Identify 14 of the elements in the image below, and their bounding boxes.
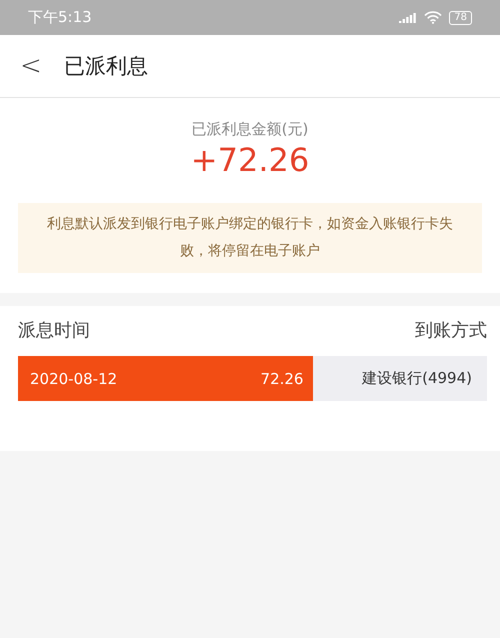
record-date: 2020-08-12 bbox=[29, 370, 118, 388]
column-header: 到账方式 bbox=[415, 319, 487, 342]
notice-text: 利息默认派发到银行电子账户绑定的银行卡，如资金入账银行卡失败，将停留在电子账户 bbox=[18, 203, 482, 273]
record-amount: 72.26 bbox=[260, 370, 304, 388]
wifi-icon bbox=[424, 11, 442, 24]
battery-indicator: 78 bbox=[449, 10, 472, 24]
status-time: 下午5:13 bbox=[28, 8, 92, 27]
back-button[interactable]: < bbox=[14, 51, 48, 81]
page-title: 已派利息 bbox=[64, 53, 148, 80]
column-header: 派息时间 bbox=[18, 319, 90, 342]
signal-icon bbox=[399, 12, 418, 22]
amount-label: 已派利息金额(元) bbox=[192, 120, 308, 139]
amount-value: +72.26 bbox=[190, 141, 310, 179]
record-method: 建设银行(4994) bbox=[362, 369, 473, 388]
